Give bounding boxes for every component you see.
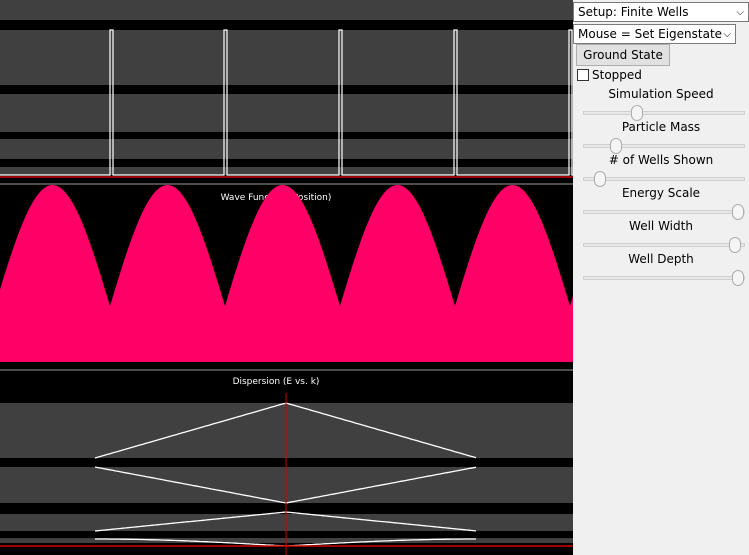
well-width-slider-thumb[interactable]	[728, 237, 741, 253]
particle-mass-label: Particle Mass	[621, 120, 701, 134]
chevron-down-icon: ⌵	[723, 29, 731, 40]
well-depth-slider[interactable]	[583, 276, 745, 280]
control-panel: Setup: Finite Wells ⌵ Mouse = Set Eigens…	[573, 0, 749, 555]
stopped-label: Stopped	[592, 68, 642, 82]
energy-scale-label: Energy Scale	[621, 186, 701, 200]
energy-scale-slider[interactable]	[583, 210, 745, 214]
particle-mass-slider-thumb[interactable]	[610, 138, 622, 154]
ground-state-button[interactable]: Ground State	[576, 44, 670, 66]
well-width-slider[interactable]	[583, 243, 745, 247]
simulation-speed-slider[interactable]	[583, 111, 745, 115]
simulation-speed-label: Simulation Speed	[608, 87, 714, 101]
energy-band	[0, 139, 573, 159]
simulation-canvas[interactable]: Wave Function (Position) Dispersion (E v…	[0, 0, 573, 555]
dispersion-title: Dispersion (E vs. k)	[233, 377, 320, 387]
energy-band	[0, 94, 573, 132]
mouse-mode-value: Mouse = Set Eigenstate	[578, 27, 723, 41]
mouse-mode-select[interactable]: Mouse = Set Eigenstate ⌵	[573, 24, 736, 44]
wells-shown-slider[interactable]	[583, 177, 745, 181]
wells-shown-slider-thumb[interactable]	[593, 171, 606, 187]
wavefunction-plot	[0, 185, 573, 362]
well-depth-label: Well Depth	[628, 252, 694, 266]
chevron-down-icon: ⌵	[736, 7, 744, 18]
energy-band	[0, 167, 573, 175]
well-width-label: Well Width	[629, 219, 693, 233]
setup-select[interactable]: Setup: Finite Wells ⌵	[573, 2, 749, 22]
particle-mass-slider[interactable]	[583, 144, 745, 148]
setup-select-value: Setup: Finite Wells	[578, 5, 689, 19]
energy-band	[0, 30, 573, 85]
simulation-drawing[interactable]: Wave Function (Position) Dispersion (E v…	[0, 0, 573, 555]
energy-band	[0, 0, 573, 20]
wells-shown-label: # of Wells Shown	[608, 153, 714, 167]
simulation-speed-slider-thumb[interactable]	[631, 105, 643, 121]
stopped-checkbox[interactable]	[577, 69, 589, 81]
well-depth-slider-thumb[interactable]	[731, 270, 744, 286]
energy-scale-slider-thumb[interactable]	[731, 204, 744, 220]
energy-levels-bands	[0, 0, 573, 175]
